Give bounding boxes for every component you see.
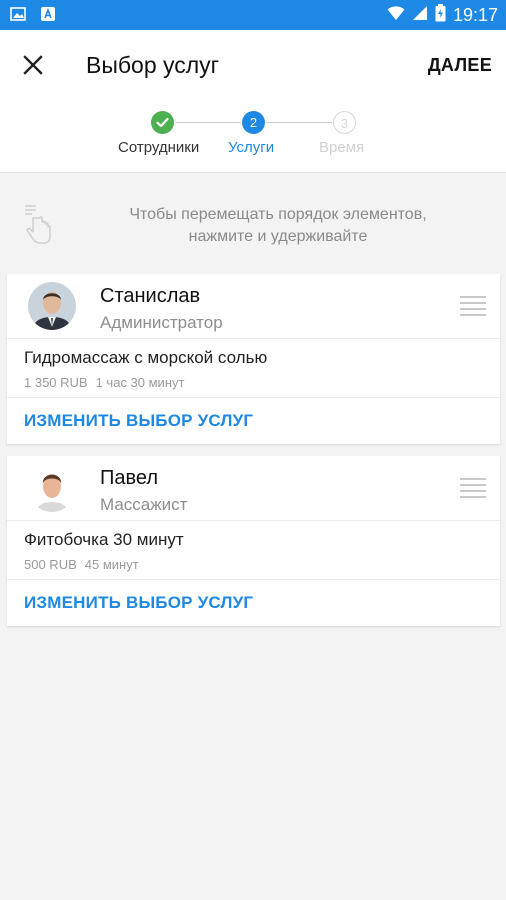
employee-card: Павел Массажист Фитобочка 30 минут 500 R… [7, 456, 500, 626]
hint-line-1: Чтобы перемещать порядок элементов, [129, 206, 427, 223]
wifi-icon [387, 5, 405, 26]
service-price: 500 RUB [24, 557, 77, 572]
touch-hold-icon [22, 202, 54, 246]
step-connector [266, 122, 332, 123]
service-name: Гидромассаж с морской солью [24, 348, 268, 367]
signal-icon [412, 5, 428, 26]
status-time: 19:17 [452, 5, 498, 25]
employee-name: Станислав [100, 285, 201, 307]
drag-handle-icon[interactable] [460, 478, 486, 500]
status-bar: 19:17 [0, 0, 506, 30]
employee-header: Павел Массажист [7, 456, 500, 521]
app-icon [40, 6, 56, 22]
drag-handle-icon[interactable] [460, 296, 486, 318]
reorder-hint: Чтобы перемещать порядок элементов, нажм… [0, 192, 506, 262]
stepper: Сотрудники 2 Услуги 3 Время [0, 98, 506, 173]
step-label-services[interactable]: Услуги [228, 139, 274, 157]
step-label-employees[interactable]: Сотрудники [118, 139, 199, 157]
close-icon [23, 55, 43, 75]
check-icon [156, 117, 169, 128]
next-button[interactable]: ДАЛЕЕ [428, 52, 492, 78]
employee-header: Станислав Администратор [7, 274, 500, 339]
service-duration: 45 минут [84, 557, 139, 572]
employee-card: Станислав Администратор Гидромассаж с мо… [7, 274, 500, 444]
battery-icon [435, 3, 446, 27]
service-item: Фитобочка 30 минут 500 RUB 45 минут [7, 521, 500, 580]
step-inactive-circle: 3 [333, 111, 356, 134]
page-title: Выбор услуг [86, 52, 220, 78]
employee-role: Массажист [100, 495, 188, 514]
step-done-circle[interactable] [151, 111, 174, 134]
employee-name: Павел [100, 467, 159, 489]
service-item: Гидромассаж с морской солью 1 350 RUB 1 ч… [7, 339, 500, 398]
step-connector [175, 122, 241, 123]
service-duration: 1 час 30 минут [95, 375, 185, 390]
app-bar: Выбор услуг ДАЛЕЕ [0, 30, 506, 98]
avatar [28, 282, 76, 330]
change-services-button[interactable]: ИЗМЕНИТЬ ВЫБОР УСЛУГ [7, 398, 500, 444]
service-price: 1 350 RUB [24, 375, 88, 390]
step-active-circle[interactable]: 2 [242, 111, 265, 134]
change-services-button[interactable]: ИЗМЕНИТЬ ВЫБОР УСЛУГ [7, 580, 500, 626]
avatar [28, 464, 76, 512]
close-button[interactable] [18, 50, 48, 80]
hint-line-2: нажмите и удерживайте [188, 228, 368, 245]
employee-role: Администратор [100, 313, 223, 332]
service-name: Фитобочка 30 минут [24, 530, 184, 549]
step-label-time: Время [319, 139, 365, 156]
image-icon [10, 6, 26, 22]
